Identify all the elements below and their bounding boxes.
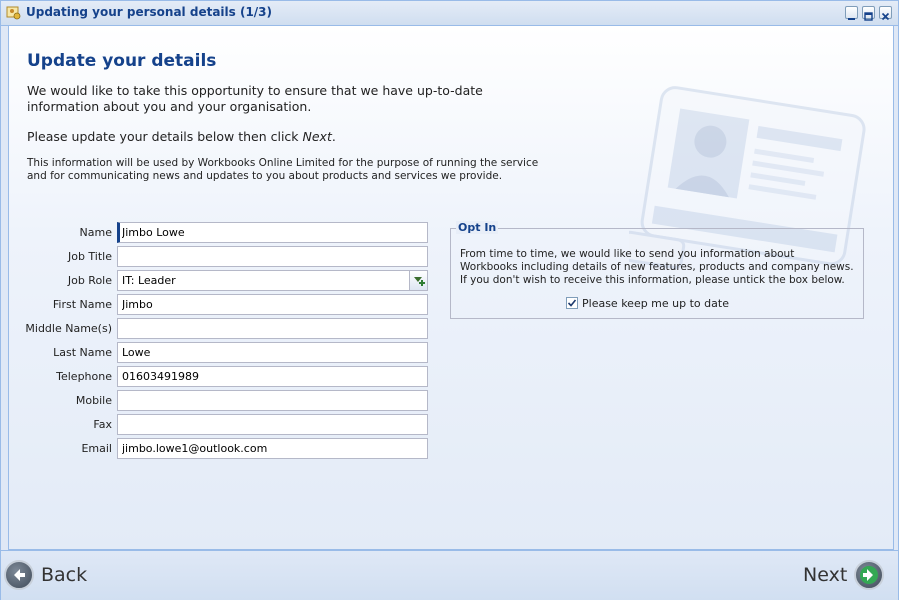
fax-label: Fax [93,418,112,431]
minimize-icon [848,18,855,20]
email-input[interactable] [117,438,428,459]
job-role-select[interactable]: IT: Leader [117,270,428,291]
minimize-button[interactable] [845,6,858,20]
job-role-dropdown-trigger[interactable] [409,271,427,290]
checkmark-icon [567,299,577,307]
last-name-label: Last Name [53,346,112,359]
form-row-telephone: Telephone [9,366,439,388]
telephone-label: Telephone [56,370,112,383]
back-arrow-icon [4,560,34,590]
dropdown-plus-icon [414,277,425,286]
footer-bar: Back Next [1,550,898,600]
title-bar[interactable]: Updating your personal details (1/3) [1,1,898,26]
content-panel: Update your details We would like to tak… [8,26,894,550]
instruction-suffix: . [331,129,336,144]
first-name-label: First Name [52,298,112,311]
next-label: Next [803,564,848,586]
form-row-email: Email [9,438,439,460]
page-title: Update your details [27,51,217,71]
form-row-mobile: Mobile [9,390,439,412]
fax-input[interactable] [117,414,428,435]
opt-in-text: From time to time, we would like to send… [460,248,854,286]
back-button[interactable]: Back [4,558,87,592]
maximize-button[interactable] [862,6,875,21]
form-row-job-role: Job Role IT: Leader [9,270,439,292]
form-row-last-name: Last Name [9,342,439,364]
instruction-prefix: Please update your details below then cl… [27,129,303,144]
middle-names-input[interactable] [117,318,428,339]
email-label: Email [81,442,112,455]
back-label: Back [41,564,88,586]
mobile-input[interactable] [117,390,428,411]
instruction-text: Please update your details below then cl… [27,129,336,144]
last-name-input[interactable] [117,342,428,363]
maximize-icon [864,12,873,21]
privacy-note: This information will be used by Workboo… [27,157,539,182]
instruction-next-word: Next [302,129,332,144]
intro-text: We would like to take this opportunity t… [27,83,483,114]
user-card-icon [6,6,21,20]
name-label: Name [79,226,112,239]
dialog-window: Updating your personal details (1/3) Upd… [0,0,899,600]
form-row-first-name: First Name [9,294,439,316]
form-row-middle-names: Middle Name(s) [9,318,439,340]
job-role-value: IT: Leader [122,274,176,287]
next-arrow-icon [854,560,885,590]
job-role-label: Job Role [67,274,112,287]
job-title-label: Job Title [67,250,112,263]
opt-in-fieldset: Opt In From time to time, we would like … [450,221,864,319]
window-title: Updating your personal details (1/3) [26,5,273,19]
first-name-input[interactable] [117,294,428,315]
close-button[interactable] [879,6,892,21]
mobile-label: Mobile [75,394,112,407]
form-row-fax: Fax [9,414,439,436]
job-title-input[interactable] [117,246,428,267]
form-row-name: Name [9,222,439,244]
opt-in-checkbox[interactable] [566,297,578,309]
name-input[interactable] [117,222,428,243]
telephone-input[interactable] [117,366,428,387]
form-row-job-title: Job Title [9,246,439,268]
middle-names-label: Middle Name(s) [25,322,112,335]
opt-in-checkbox-label[interactable]: Please keep me up to date [582,297,729,310]
opt-in-legend: Opt In [456,221,499,234]
close-icon [881,12,890,21]
next-button[interactable]: Next [803,558,885,592]
